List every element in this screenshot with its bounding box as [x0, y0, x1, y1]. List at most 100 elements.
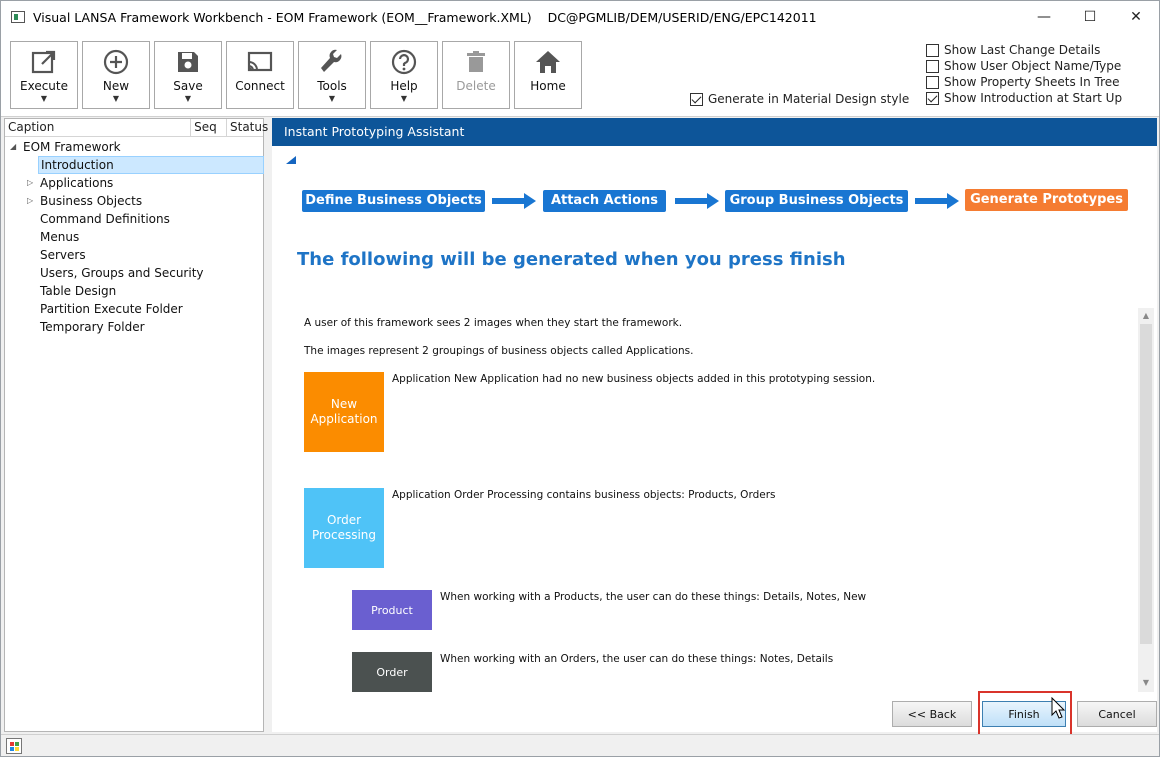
back-button[interactable]: << Back [892, 701, 972, 727]
tree-item-table-design[interactable]: Table Design [40, 282, 116, 300]
tree-item-applications[interactable]: Applications [40, 174, 113, 192]
expand-arrow-icon[interactable]: ▷ [27, 192, 33, 210]
home-label: Home [530, 79, 566, 93]
application-description: Application New Application had no new b… [392, 373, 876, 385]
tools-label: Tools [317, 79, 347, 93]
framework-tree: Caption Seq Status ◢ EOM Framework Intro… [4, 118, 268, 732]
plus-circle-icon [103, 49, 129, 75]
delete-button[interactable]: Delete [442, 41, 510, 109]
wrench-icon [321, 49, 342, 72]
show-user-object-label: Show User Object Name/Type [944, 59, 1122, 73]
show-introduction-label: Show Introduction at Start Up [944, 91, 1123, 105]
collapse-arrow-icon[interactable]: ◢ [10, 138, 16, 156]
new-label: New [102, 79, 130, 93]
checkbox-checked[interactable] [690, 92, 703, 106]
application-tile-new-application: New Application [304, 372, 384, 452]
tree-item-business-objects[interactable]: Business Objects [40, 192, 142, 210]
tree-item-temporary-folder[interactable]: Temporary Folder [40, 318, 145, 336]
column-status[interactable]: Status [227, 119, 268, 136]
material-design-label: Generate in Material Design style [708, 92, 910, 106]
help-button[interactable]: Help ▼ [370, 41, 438, 109]
app-icon [11, 11, 25, 23]
show-property-sheets-label: Show Property Sheets In Tree [944, 75, 1120, 89]
connect-button[interactable]: Connect [226, 41, 294, 109]
page-heading: The following will be generated when you… [297, 249, 846, 270]
maximize-button[interactable]: ☐ [1067, 1, 1113, 33]
show-property-sheets-checkbox[interactable]: Show Property Sheets In Tree [926, 75, 1120, 89]
dropdown-arrow-icon: ▼ [112, 94, 120, 103]
show-user-object-checkbox[interactable]: Show User Object Name/Type [926, 59, 1121, 73]
title-bar: Visual LANSA Framework Workbench - EOM F… [1, 1, 1159, 33]
step-generate-prototypes[interactable]: Generate Prototypes [965, 189, 1128, 211]
tree-item-servers[interactable]: Servers [40, 246, 86, 264]
mouse-cursor-icon [1051, 697, 1066, 719]
column-caption[interactable]: Caption [5, 119, 192, 136]
business-object-tile-product: Product [352, 590, 432, 630]
execute-label: Execute [20, 79, 68, 93]
status-app-icon[interactable] [6, 738, 22, 754]
home-button[interactable]: Home [514, 41, 582, 109]
tree-header: Caption Seq Status [5, 119, 268, 137]
dropdown-arrow-icon: ▼ [184, 94, 192, 103]
status-bar [1, 734, 1159, 756]
panel-title: Instant Prototyping Assistant [272, 118, 1157, 146]
checkbox-unchecked[interactable] [926, 75, 939, 89]
delete-label: Delete [456, 79, 496, 93]
show-introduction-checkbox[interactable]: Show Introduction at Start Up [926, 91, 1122, 105]
trash-icon [467, 51, 485, 72]
app-window: Visual LANSA Framework Workbench - EOM F… [0, 0, 1160, 757]
scroll-thumb[interactable] [1140, 324, 1152, 644]
tree-item-partition-execute-folder[interactable]: Partition Execute Folder [40, 300, 183, 318]
tree-item-introduction[interactable]: Introduction [38, 156, 264, 174]
business-object-description: When working with an Orders, the user ca… [440, 653, 834, 665]
application-tile-order-processing: Order Processing [304, 488, 384, 568]
arrow-right-icon [675, 193, 719, 209]
arrow-right-icon [492, 193, 536, 209]
home-icon [536, 51, 560, 73]
save-label: Save [173, 79, 203, 93]
minimize-button[interactable]: — [1021, 1, 1067, 33]
floppy-disk-icon [178, 52, 198, 72]
application-description: Application Order Processing contains bu… [392, 489, 776, 501]
scroll-down-icon[interactable]: ▼ [1138, 678, 1154, 687]
checkbox-unchecked[interactable] [926, 43, 939, 57]
generation-summary: A user of this framework sees 2 images w… [292, 308, 1140, 692]
business-object-description: When working with a Products, the user c… [440, 591, 867, 603]
expand-arrow-icon[interactable]: ▷ [27, 174, 33, 192]
close-button[interactable]: ✕ [1113, 1, 1159, 33]
cancel-button[interactable]: Cancel [1077, 701, 1157, 727]
dropdown-arrow-icon: ▼ [328, 94, 336, 103]
tree-item-command-definitions[interactable]: Command Definitions [40, 210, 170, 228]
show-last-change-checkbox[interactable]: Show Last Change Details [926, 43, 1100, 57]
tools-button[interactable]: Tools ▼ [298, 41, 366, 109]
tree-item-users-groups-security[interactable]: Users, Groups and Security [40, 264, 204, 282]
new-button[interactable]: New ▼ [82, 41, 150, 109]
cast-icon [247, 51, 273, 72]
business-object-tile-order: Order [352, 652, 432, 692]
show-last-change-label: Show Last Change Details [944, 43, 1101, 57]
material-design-checkbox[interactable]: Generate in Material Design style [690, 92, 909, 106]
step-attach-actions[interactable]: Attach Actions [543, 190, 666, 212]
vertical-scrollbar[interactable]: ▲ ▼ [1138, 308, 1154, 692]
save-button[interactable]: Save ▼ [154, 41, 222, 109]
tree-root-eom-framework[interactable]: EOM Framework [23, 138, 121, 156]
window-title: Visual LANSA Framework Workbench - EOM F… [33, 9, 817, 25]
execute-button[interactable]: Execute ▼ [10, 41, 78, 109]
intro-text-1: A user of this framework sees 2 images w… [304, 317, 683, 329]
scroll-up-icon[interactable]: ▲ [1138, 311, 1154, 320]
dropdown-arrow-icon: ▼ [40, 94, 48, 103]
intro-text-2: The images represent 2 groupings of busi… [304, 345, 694, 357]
column-seq[interactable]: Seq [191, 119, 227, 136]
connect-label: Connect [235, 79, 285, 93]
checkbox-unchecked[interactable] [926, 59, 939, 73]
prototyping-assistant-panel: Instant Prototyping Assistant Define Bus… [272, 118, 1157, 738]
step-define-business-objects[interactable]: Define Business Objects [302, 190, 485, 212]
toolbar: Execute ▼ New ▼ Save ▼ Connect Tools ▼ H… [1, 33, 1159, 117]
step-group-business-objects[interactable]: Group Business Objects [725, 190, 908, 212]
help-label: Help [390, 79, 418, 93]
tree-item-menus[interactable]: Menus [40, 228, 79, 246]
collapse-corner-icon[interactable] [286, 156, 296, 164]
dropdown-arrow-icon: ▼ [400, 94, 408, 103]
checkbox-checked[interactable] [926, 91, 939, 105]
external-link-icon [31, 50, 56, 74]
